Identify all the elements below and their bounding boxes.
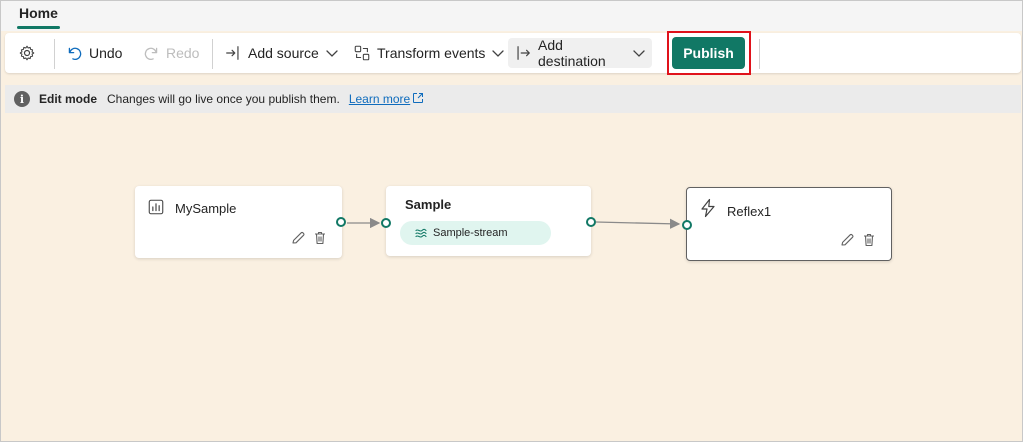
transform-icon xyxy=(353,44,371,62)
source-node-title: MySample xyxy=(175,201,237,216)
destination-node[interactable]: Reflex1 xyxy=(686,187,892,261)
tab-home[interactable]: Home xyxy=(11,1,66,31)
gear-icon xyxy=(18,44,36,62)
undo-icon xyxy=(66,45,83,62)
add-source-icon xyxy=(224,44,242,62)
edit-mode-message: Changes will go live once you publish th… xyxy=(107,92,340,106)
stream-pill[interactable]: Sample-stream xyxy=(400,221,551,245)
toolbar-divider xyxy=(759,39,760,69)
transform-events-button[interactable]: Transform events xyxy=(347,38,511,68)
add-destination-icon xyxy=(514,44,532,62)
destination-node-title: Reflex1 xyxy=(727,204,772,219)
redo-label: Redo xyxy=(166,45,200,61)
external-link-icon xyxy=(412,92,424,107)
toolbar: Undo Redo Add source Transform events Ad… xyxy=(5,33,1021,73)
toolbar-divider xyxy=(212,39,213,69)
learn-more-link[interactable]: Learn more xyxy=(349,92,410,106)
publish-button[interactable]: Publish xyxy=(672,37,745,69)
source-output-port[interactable] xyxy=(336,217,346,227)
chevron-down-icon xyxy=(325,46,339,60)
app-frame: Home Undo Redo Add source Transform even… xyxy=(0,0,1023,442)
edit-mode-banner: i Edit mode Changes will go live once yo… xyxy=(5,85,1021,113)
chevron-down-icon xyxy=(491,46,505,60)
lightning-icon xyxy=(698,198,718,218)
edges-layer xyxy=(347,217,681,229)
undo-button[interactable]: Undo xyxy=(60,38,128,68)
add-source-label: Add source xyxy=(248,45,319,61)
redo-button[interactable]: Redo xyxy=(137,38,205,68)
source-node[interactable]: MySample xyxy=(135,186,342,258)
edit-icon[interactable] xyxy=(839,232,855,251)
stream-node-title: Sample xyxy=(405,197,452,212)
add-source-button[interactable]: Add source xyxy=(218,38,345,68)
edit-mode-title: Edit mode xyxy=(39,92,98,106)
stream-input-port[interactable] xyxy=(381,218,391,228)
undo-label: Undo xyxy=(89,45,123,61)
info-icon: i xyxy=(14,91,30,107)
destination-input-port[interactable] xyxy=(682,220,692,230)
delete-icon[interactable] xyxy=(312,230,328,249)
stream-node[interactable]: Sample Sample-stream xyxy=(386,186,591,256)
edit-icon[interactable] xyxy=(290,230,306,249)
tab-bar: Home xyxy=(1,1,1022,31)
add-destination-label: Add destination xyxy=(538,37,606,69)
stream-name: Sample-stream xyxy=(433,227,508,239)
chevron-down-icon xyxy=(632,46,646,60)
transform-events-label: Transform events xyxy=(377,45,486,61)
source-node-actions xyxy=(290,230,328,249)
stream-icon xyxy=(414,226,428,240)
flow-canvas[interactable]: MySample Sample Sample-stream Reflex1 xyxy=(1,116,1022,441)
stream-output-port[interactable] xyxy=(586,217,596,227)
delete-icon[interactable] xyxy=(861,232,877,251)
toolbar-divider xyxy=(54,39,55,69)
edge-stream-to-destination xyxy=(595,218,681,229)
destination-node-actions xyxy=(839,232,877,251)
add-destination-button[interactable]: Add destination xyxy=(508,37,652,69)
settings-button[interactable] xyxy=(12,38,42,68)
redo-icon xyxy=(143,45,160,62)
chart-icon xyxy=(147,198,165,216)
